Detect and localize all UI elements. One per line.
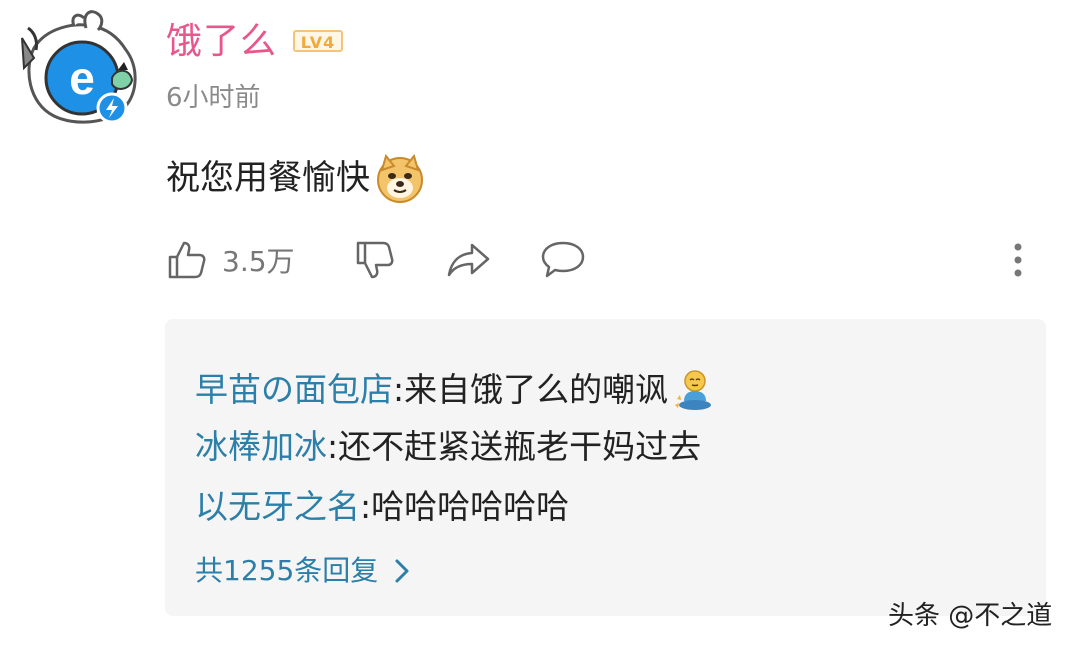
like-button[interactable]: 3.5万	[166, 236, 295, 284]
username[interactable]: 饿了么	[166, 20, 277, 64]
replies-panel[interactable]: 早苗の面包店 : 来自饿了么的嘲讽 冰棒加冰 : 还不赶紧送瓶老干妈过去 以无牙…	[165, 319, 1046, 616]
dislike-button[interactable]	[354, 236, 396, 284]
doge-emoji	[377, 153, 423, 203]
thumbs-up-icon	[168, 241, 206, 279]
avatar[interactable]: e	[14, 8, 144, 130]
reply-author[interactable]: 冰棒加冰	[195, 425, 327, 469]
reply-item[interactable]: 早苗の面包店 : 来自饿了么的嘲讽	[195, 367, 718, 413]
reply-text: 来自饿了么的嘲讽	[404, 370, 669, 409]
comment-body: 祝您用餐愉快	[166, 158, 370, 198]
comment-actions: 3.5万	[0, 232, 1080, 288]
comment-text: 祝您用餐愉快	[166, 152, 426, 204]
view-all-replies-link[interactable]: 共1255条回复	[195, 551, 410, 591]
reply-text: 哈哈哈哈哈哈	[371, 487, 570, 526]
share-button[interactable]	[446, 236, 492, 284]
more-button[interactable]	[1008, 236, 1028, 284]
svg-text:e: e	[69, 52, 95, 104]
more-vertical-icon	[1014, 243, 1022, 277]
watermark: 头条 @不之道	[888, 601, 1053, 631]
reply-separator: :	[393, 370, 405, 409]
reply-author[interactable]: 以无牙之名	[195, 485, 360, 529]
timestamp: 6小时前	[166, 83, 261, 113]
meditating-person-emoji	[675, 370, 712, 410]
reply-item[interactable]: 冰棒加冰 : 还不赶紧送瓶老干妈过去	[195, 425, 701, 469]
reply-item[interactable]: 以无牙之名 : 哈哈哈哈哈哈	[195, 485, 569, 529]
like-count: 3.5万	[222, 245, 295, 278]
reply-author[interactable]: 早苗の面包店	[195, 368, 393, 412]
share-icon	[447, 243, 490, 277]
chevron-right-icon	[395, 559, 409, 583]
comment-icon	[541, 241, 585, 278]
reply-text: 还不赶紧送瓶老干妈过去	[338, 427, 702, 466]
level-badge: LV4	[293, 30, 343, 52]
reply-separator: :	[360, 487, 372, 526]
reply-button[interactable]	[540, 236, 586, 284]
more-replies-label: 共1255条回复	[195, 554, 379, 587]
thumbs-down-icon	[356, 241, 394, 279]
reply-separator: :	[327, 427, 339, 466]
